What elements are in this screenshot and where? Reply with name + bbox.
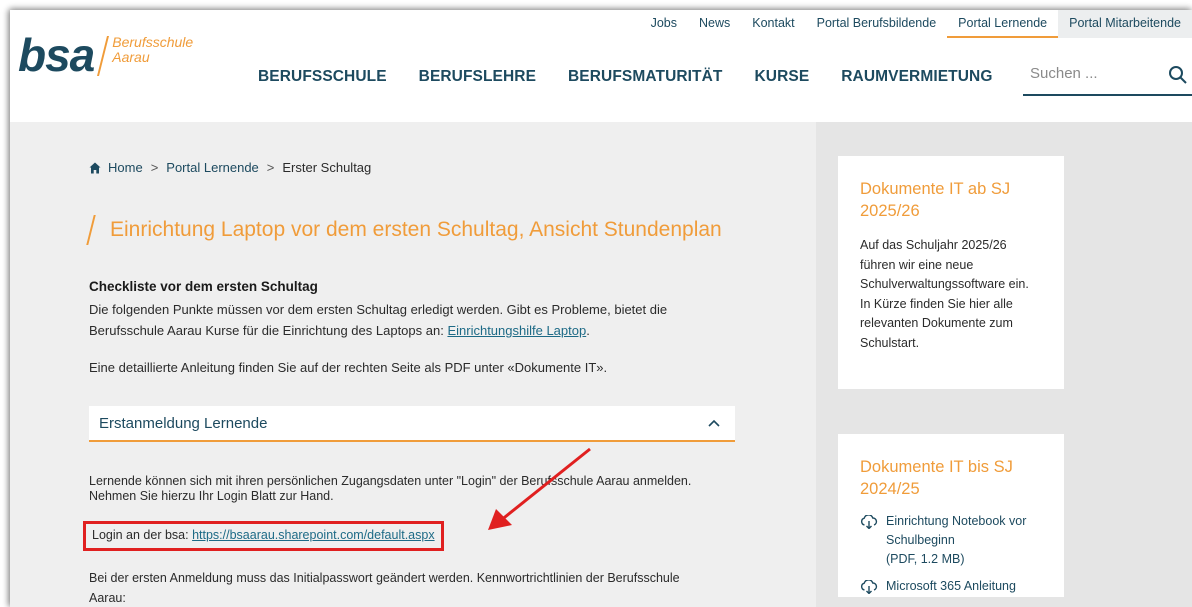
bsa-logo[interactable]: bsa Berufsschule Aarau (18, 32, 193, 78)
cloud-download-icon (860, 580, 878, 594)
download-link[interactable]: Microsoft 365 Anleitung (886, 577, 1016, 596)
page-title-block: Einrichtung Laptop vor dem ersten Schult… (86, 215, 722, 245)
logo-line-2: Aarau (112, 49, 150, 65)
top-navigation: Jobs News Kontakt Portal Berufsbildende … (640, 10, 1192, 38)
breadcrumb-portal-lernende[interactable]: Portal Lernende (166, 160, 259, 175)
mainnav-raumvermietung[interactable]: RAUMVERMIETUNG (841, 68, 992, 86)
breadcrumb-separator: > (266, 160, 275, 175)
topnav-jobs[interactable]: Jobs (640, 10, 688, 38)
logo-line-1: Berufsschule (112, 34, 194, 50)
cloud-download-icon (860, 515, 878, 529)
login-prefix: Login an der bsa: (92, 528, 193, 542)
intro-end: . (586, 323, 590, 338)
card-dokumente-it-bis: Dokumente IT bis SJ 2024/25 Einrichtung … (838, 434, 1064, 597)
download-link[interactable]: Einrichtung Notebook vor Schulbeginn (PD… (886, 512, 1042, 569)
main-navigation: BERUFSSCHULE BERUFSLEHRE BERUFSMATURITÄT… (258, 68, 1025, 86)
card-dokumente-it-ab: Dokumente IT ab SJ 2025/26 Auf das Schul… (838, 156, 1064, 389)
breadcrumb: Home > Portal Lernende > Erster Schultag (89, 160, 371, 175)
logo-wordmark: bsa (18, 29, 95, 81)
accordion-erstanmeldung[interactable]: Erstanmeldung Lernende (89, 406, 735, 442)
password-paragraph: Bei der ersten Anmeldung muss das Initia… (89, 571, 680, 605)
mainnav-berufsmaturitaet[interactable]: BERUFSMATURITÄT (568, 68, 722, 86)
logo-subtitle: Berufsschule Aarau (112, 35, 193, 65)
download-label: Einrichtung Notebook vor Schulbeginn (886, 514, 1027, 547)
card-title: Dokumente IT bis SJ 2024/25 (860, 458, 1013, 498)
topnav-portal-mitarbeitende[interactable]: Portal Mitarbeitende (1058, 10, 1192, 38)
card-title: Dokumente IT ab SJ 2025/26 (860, 180, 1011, 220)
login-info-paragraph: Lernende können sich mit ihren persönlic… (89, 474, 692, 503)
download-list: Einrichtung Notebook vor Schulbeginn (PD… (860, 512, 1042, 596)
sharepoint-login-link[interactable]: https://bsaarau.sharepoint.com/default.a… (192, 528, 435, 542)
intro-paragraph: Die folgenden Punkte müssen vor dem erst… (89, 299, 729, 341)
logo-slash (97, 36, 110, 76)
card-text: Auf das Schuljahr 2025/26 führen wir ein… (860, 238, 1029, 350)
download-label: Microsoft 365 Anleitung (886, 579, 1016, 593)
search-box (1023, 58, 1192, 96)
topnav-kontakt[interactable]: Kontakt (741, 10, 805, 38)
page-title: Einrichtung Laptop vor dem ersten Schult… (110, 218, 722, 241)
breadcrumb-separator: > (150, 160, 159, 175)
site-header: bsa Berufsschule Aarau Jobs News Kontakt… (10, 10, 1192, 122)
red-arrow-annotation (488, 447, 591, 530)
topnav-news[interactable]: News (688, 10, 741, 38)
breadcrumb-home[interactable]: Home (108, 160, 143, 175)
einrichtungshilfe-link[interactable]: Einrichtungshilfe Laptop (447, 323, 586, 338)
mainnav-berufslehre[interactable]: BERUFSLEHRE (419, 68, 536, 86)
checklist-heading: Checkliste vor dem ersten Schultag (89, 279, 318, 294)
topnav-portal-lernende[interactable]: Portal Lernende (947, 10, 1059, 38)
download-item[interactable]: Einrichtung Notebook vor Schulbeginn (PD… (860, 512, 1042, 569)
breadcrumb-current: Erster Schultag (282, 160, 372, 175)
mainnav-kurse[interactable]: KURSE (755, 68, 810, 86)
chevron-up-icon[interactable] (707, 418, 721, 428)
mainnav-berufsschule[interactable]: BERUFSSCHULE (258, 68, 387, 86)
home-icon[interactable] (89, 162, 101, 174)
detail-paragraph: Eine detaillierte Anleitung finden Sie a… (89, 360, 608, 375)
search-icon[interactable] (1168, 65, 1188, 85)
search-input[interactable] (1030, 65, 1150, 82)
accordion-label: Erstanmeldung Lernende (99, 414, 268, 432)
download-meta: (PDF, 1.2 MB) (886, 552, 965, 566)
title-slash (86, 215, 96, 245)
download-item[interactable]: Microsoft 365 Anleitung (860, 577, 1042, 596)
main-content: Home > Portal Lernende > Erster Schultag… (10, 122, 816, 607)
topnav-portal-berufsbildende[interactable]: Portal Berufsbildende (806, 10, 948, 38)
login-highlight-box: Login an der bsa: https://bsaarau.sharep… (83, 521, 444, 551)
